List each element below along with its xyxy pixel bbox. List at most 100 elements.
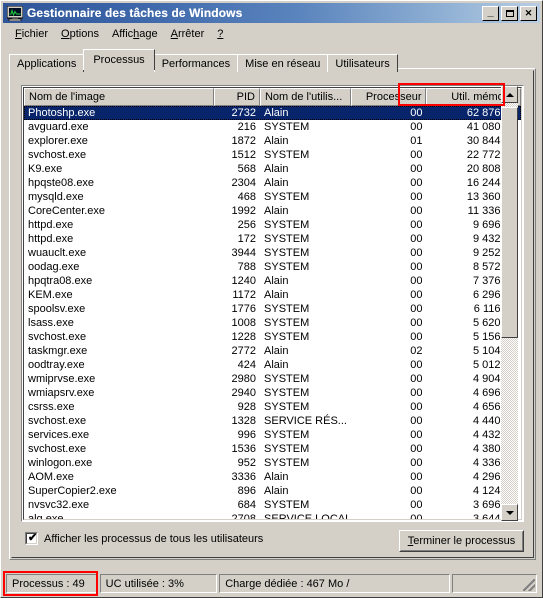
table-row[interactable]: services.exe 996 SYSTEM 00 4 432 Ko [24,428,521,442]
cell-cpu: 00 [410,317,423,329]
table-row[interactable]: svchost.exe 1328 SERVICE RÉS... 00 4 440 Ko [24,414,521,428]
table-row[interactable]: svchost.exe 1512 SYSTEM 00 22 772 Ko [24,148,521,162]
process-rows-container: Photoshp.exe 2732 Alain 00 62 876 Ko avguard.… [24,106,521,519]
scroll-down-arrow-icon [505,510,514,515]
table-row[interactable]: oodag.exe 788 SYSTEM 00 8 572 Ko [24,260,521,274]
menu-item-affichage-rest: age [139,28,158,40]
menu-item-help[interactable]: ? [211,27,230,41]
table-row[interactable]: svchost.exe 1536 SYSTEM 00 4 380 Ko [24,442,521,456]
tab-utilisateurs[interactable]: Utilisateurs [327,54,398,72]
table-row[interactable]: oodtray.exe 424 Alain 00 5 012 Ko [24,358,521,372]
menu-item-options[interactable]: Options [55,27,106,41]
cell-name: CoreCenter.exe [28,205,106,217]
cell-user: Alain [264,485,289,497]
maximize-button[interactable] [501,5,518,21]
table-row[interactable]: wmiapsrv.exe 2940 SYSTEM 00 4 696 Ko [24,386,521,400]
cell-cpu: 00 [410,499,423,511]
cell-name: taskmgr.exe [28,345,88,357]
cell-pid: 1172 [232,289,257,301]
cell-cpu: 00 [410,107,423,119]
table-row[interactable]: httpd.exe 172 SYSTEM 00 9 432 Ko [24,232,521,246]
cell-cpu: 00 [410,219,423,231]
minimize-button[interactable]: _ [482,5,499,21]
cell-user: SYSTEM [264,387,310,399]
cell-pid: 1776 [231,303,257,315]
cell-pid: 216 [237,121,257,133]
cell-user: SYSTEM [264,261,310,273]
table-row[interactable]: wuauclt.exe 3944 SYSTEM 00 9 252 Ko [24,246,521,260]
show-all-users-label-a: Afficher les processus de tous les utili… [44,532,264,545]
cell-cpu: 00 [410,513,423,519]
scroll-up-arrow-icon [505,92,514,97]
table-row[interactable]: explorer.exe 1872 Alain 01 30 844 Ko [24,134,521,148]
cell-name: svchost.exe [28,331,87,343]
table-row[interactable]: KEM.exe 1172 Alain 00 6 296 Ko [24,288,521,302]
cell-user: SYSTEM [264,247,310,259]
resize-grip-icon[interactable] [523,578,535,591]
table-row[interactable]: alg.exe 2708 SERVICE LOCAL 00 3 644 Ko [24,512,521,519]
column-header-pid[interactable]: PID [214,88,260,106]
end-process-button[interactable]: Terminer le processus [399,530,524,552]
table-row[interactable]: nvsvc32.exe 684 SYSTEM 00 3 696 Ko [24,498,521,512]
window-controls: _ ✕ [482,5,537,21]
cell-name: hpqste08.exe [28,177,95,189]
column-header-user-name[interactable]: Nom de l'utilis... [259,88,351,106]
cell-name: SuperCopier2.exe [28,485,117,497]
title-bar[interactable]: Gestionnaire des tâches de Windows _ ✕ [3,3,540,23]
table-row[interactable]: httpd.exe 256 SYSTEM 00 9 696 Ko [24,218,521,232]
scrollbar-thumb[interactable] [501,107,518,338]
table-row[interactable]: mysqld.exe 468 SYSTEM 00 13 360 Ko [24,190,521,204]
cell-user: Alain [264,359,289,371]
menu-item-affichage[interactable]: Affichage [106,27,165,41]
table-row[interactable]: SuperCopier2.exe 896 Alain 00 4 124 Ko [24,484,521,498]
column-header-image-name[interactable]: Nom de l'image [24,88,215,106]
cell-user: SYSTEM [264,429,310,441]
cell-name: avguard.exe [28,121,89,133]
table-row[interactable]: spoolsv.exe 1776 SYSTEM 00 6 116 Ko [24,302,521,316]
status-bar: Processus : 49 UC utilisée : 3% Charge d… [4,571,541,595]
table-row[interactable]: CoreCenter.exe 1992 Alain 00 11 336 Ko [24,204,521,218]
table-row[interactable]: Photoshp.exe 2732 Alain 00 62 876 Ko [24,106,521,120]
scroll-up-button[interactable] [501,86,518,103]
column-header-cpu[interactable]: Processeur [350,88,427,106]
table-row[interactable]: lsass.exe 1008 SYSTEM 00 5 620 Ko [24,316,521,330]
close-button[interactable]: ✕ [520,5,537,21]
status-commit-charge: Charge dédiée : 467 Mo / [219,573,451,593]
tab-processus[interactable]: Processus [83,49,155,70]
table-row[interactable]: taskmgr.exe 2772 Alain 02 5 104 Ko [24,344,521,358]
table-row[interactable]: hpqtra08.exe 1240 Alain 00 7 376 Ko [24,274,521,288]
cell-cpu: 00 [410,303,423,315]
table-row[interactable]: AOM.exe 3336 Alain 00 4 296 Ko [24,470,521,484]
tab-performances[interactable]: Performances [153,54,239,72]
cell-pid: 2304 [231,177,257,189]
menu-item-fichier[interactable]: Fichier [9,27,55,41]
cell-name: oodag.exe [28,261,80,273]
table-row[interactable]: winlogon.exe 952 SYSTEM 00 4 336 Ko [24,456,521,470]
cell-cpu: 00 [410,289,423,301]
show-all-users-checkbox[interactable]: ✔ [25,532,38,545]
tab-mise-en-reseau[interactable]: Mise en réseau [237,54,329,72]
scrollbar-track[interactable] [501,103,518,504]
table-row[interactable]: svchost.exe 1228 SYSTEM 00 5 156 Ko [24,330,521,344]
scroll-down-button[interactable] [501,504,518,521]
table-row[interactable]: csrss.exe 928 SYSTEM 00 4 656 Ko [24,400,521,414]
table-row[interactable]: wmiprvse.exe 2980 SYSTEM 00 4 904 Ko [24,372,521,386]
cell-name: svchost.exe [28,443,87,455]
window-title: Gestionnaire des tâches de Windows [27,6,243,20]
cell-pid: 3336 [231,471,257,483]
minimize-icon: _ [487,5,494,18]
cell-cpu: 00 [410,443,423,455]
cell-name: lsass.exe [28,317,74,329]
close-icon: ✕ [524,7,533,18]
cell-user: Alain [264,289,289,301]
cell-pid: 1328 [231,415,257,427]
process-list-scrollbar[interactable] [501,86,518,521]
show-all-users-checkbox-row[interactable]: ✔ Afficher les processus de tous les uti… [25,532,263,545]
cell-name: KEM.exe [28,289,73,301]
table-row[interactable]: avguard.exe 216 SYSTEM 00 41 080 Ko [24,120,521,134]
table-row[interactable]: K9.exe 568 Alain 00 20 808 Ko [24,162,521,176]
menu-item-arreter[interactable]: Arrêter [165,27,212,41]
table-row[interactable]: hpqste08.exe 2304 Alain 00 16 244 Ko [24,176,521,190]
tab-applications[interactable]: Applications [9,54,85,72]
cell-cpu: 00 [410,205,423,217]
